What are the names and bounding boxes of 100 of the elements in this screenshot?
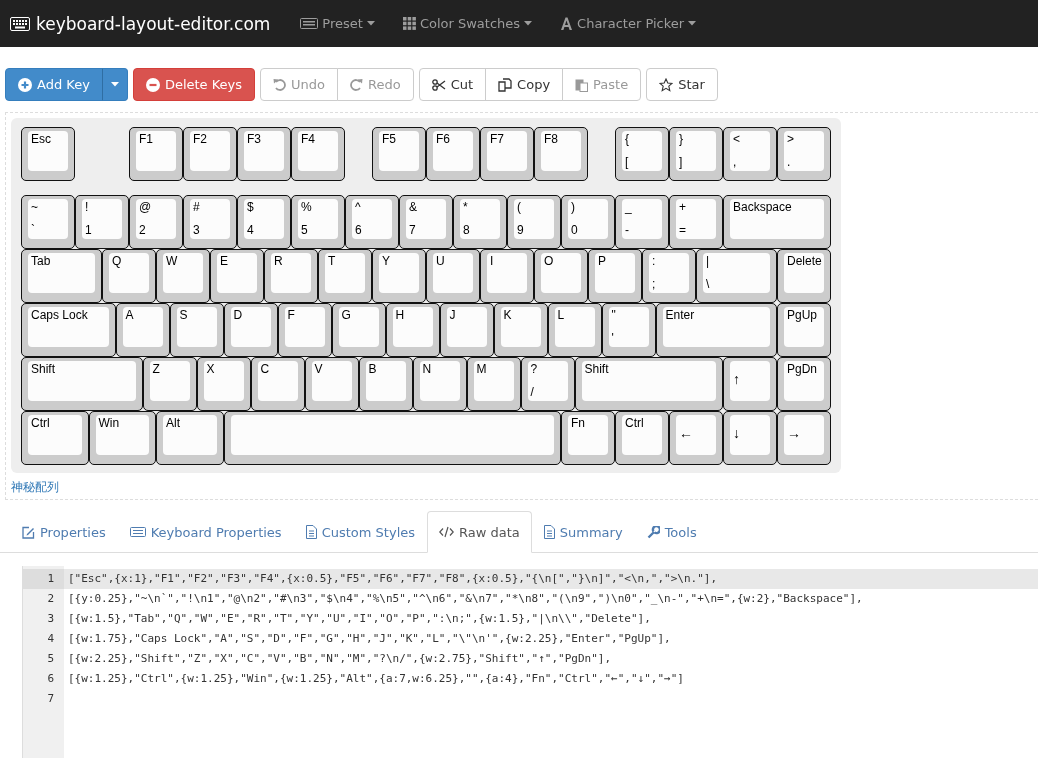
- key[interactable]: F8: [534, 127, 588, 181]
- key[interactable]: X: [196, 357, 251, 411]
- key[interactable]: ↑: [723, 357, 777, 411]
- key[interactable]: ( 9: [507, 195, 561, 249]
- key[interactable]: W: [156, 249, 210, 303]
- key[interactable]: Ctrl: [615, 411, 669, 465]
- key[interactable]: F4: [291, 127, 345, 181]
- key[interactable]: [223, 411, 561, 465]
- key[interactable]: F1: [129, 127, 183, 181]
- key[interactable]: Q: [102, 249, 156, 303]
- toolbar-button[interactable]: Star: [646, 68, 718, 101]
- key[interactable]: Enter: [655, 303, 777, 357]
- key[interactable]: K: [493, 303, 548, 357]
- key[interactable]: | \: [696, 249, 777, 303]
- key[interactable]: C: [250, 357, 305, 411]
- key[interactable]: ^ 6: [345, 195, 399, 249]
- key[interactable]: _ -: [615, 195, 669, 249]
- code-editor[interactable]: [22, 566, 1038, 758]
- key[interactable]: I: [480, 249, 534, 303]
- key[interactable]: Shift: [574, 357, 723, 411]
- key[interactable]: % 5: [291, 195, 345, 249]
- key[interactable]: ) 0: [561, 195, 615, 249]
- key[interactable]: & 7: [399, 195, 453, 249]
- key[interactable]: L: [547, 303, 602, 357]
- key[interactable]: Esc: [21, 127, 75, 181]
- key[interactable]: Delete: [777, 249, 831, 303]
- key[interactable]: Fn: [561, 411, 615, 465]
- key[interactable]: PgUp: [777, 303, 831, 357]
- key[interactable]: * 8: [453, 195, 507, 249]
- key[interactable]: →: [777, 411, 831, 465]
- key[interactable]: Y: [372, 249, 426, 303]
- menu-item[interactable]: Preset: [322, 16, 363, 31]
- document-icon: [543, 525, 555, 539]
- key[interactable]: : ;: [642, 249, 696, 303]
- key[interactable]: > .: [777, 127, 831, 181]
- key[interactable]: Ctrl: [21, 411, 89, 465]
- toolbar-button[interactable]: Delete Keys: [132, 68, 256, 101]
- key[interactable]: U: [426, 249, 480, 303]
- key[interactable]: D: [223, 303, 278, 357]
- key[interactable]: F: [277, 303, 332, 357]
- key[interactable]: ←: [669, 411, 723, 465]
- dropdown-toggle[interactable]: [101, 68, 128, 101]
- key[interactable]: ! 1: [75, 195, 129, 249]
- key[interactable]: Win: [88, 411, 156, 465]
- key[interactable]: ~ `: [21, 195, 75, 249]
- key[interactable]: E: [210, 249, 264, 303]
- tab[interactable]: Keyboard Properties: [117, 511, 294, 553]
- tab[interactable]: Raw data: [427, 511, 532, 553]
- key[interactable]: ↓: [723, 411, 777, 465]
- key[interactable]: S: [169, 303, 224, 357]
- key[interactable]: ? /: [520, 357, 575, 411]
- key[interactable]: H: [385, 303, 440, 357]
- key[interactable]: B: [358, 357, 413, 411]
- menu-item[interactable]: Character Picker: [577, 16, 685, 31]
- key[interactable]: F2: [183, 127, 237, 181]
- key[interactable]: } ]: [669, 127, 723, 181]
- key[interactable]: V: [304, 357, 359, 411]
- redo-icon: [350, 78, 364, 91]
- keyboard-icon: [10, 16, 30, 31]
- keyboard-icon: [300, 18, 319, 29]
- key[interactable]: { [: [615, 127, 669, 181]
- key[interactable]: P: [588, 249, 642, 303]
- line-number: 1: [47, 572, 54, 585]
- key[interactable]: $ 4: [237, 195, 291, 249]
- key[interactable]: T: [318, 249, 372, 303]
- toolbar-button[interactable]: Add Key: [5, 68, 103, 101]
- key[interactable]: Alt: [156, 411, 224, 465]
- document-icon: [305, 525, 317, 539]
- key[interactable]: N: [412, 357, 467, 411]
- key[interactable]: Z: [142, 357, 197, 411]
- key[interactable]: M: [466, 357, 521, 411]
- key[interactable]: Caps Lock: [21, 303, 116, 357]
- key[interactable]: PgDn: [777, 357, 831, 411]
- tab[interactable]: Tools: [634, 511, 709, 553]
- key[interactable]: F6: [426, 127, 480, 181]
- key[interactable]: G: [331, 303, 386, 357]
- toolbar-button[interactable]: Copy: [485, 68, 564, 101]
- site-title[interactable]: keyboard-layout-editor.com: [36, 13, 271, 34]
- key[interactable]: R: [264, 249, 318, 303]
- tab[interactable]: Custom Styles: [293, 511, 428, 553]
- key[interactable]: F7: [480, 127, 534, 181]
- key[interactable]: J: [439, 303, 494, 357]
- tab[interactable]: Properties: [10, 511, 118, 553]
- layout-name-link[interactable]: 神秘配列: [11, 479, 59, 496]
- key[interactable]: F3: [237, 127, 291, 181]
- tab[interactable]: Summary: [531, 511, 635, 553]
- key[interactable]: F5: [372, 127, 426, 181]
- key[interactable]: # 3: [183, 195, 237, 249]
- key[interactable]: Backspace: [723, 195, 831, 249]
- key[interactable]: " ': [601, 303, 656, 357]
- menu-item[interactable]: Color Swatches: [419, 16, 521, 31]
- key[interactable]: Shift: [21, 357, 143, 411]
- keyboard-icon: [129, 527, 146, 537]
- toolbar-button[interactable]: Cut: [418, 68, 487, 101]
- key[interactable]: @ 2: [129, 195, 183, 249]
- key[interactable]: < ,: [723, 127, 777, 181]
- key[interactable]: O: [534, 249, 588, 303]
- key[interactable]: A: [115, 303, 170, 357]
- key[interactable]: + =: [669, 195, 723, 249]
- key[interactable]: Tab: [21, 249, 102, 303]
